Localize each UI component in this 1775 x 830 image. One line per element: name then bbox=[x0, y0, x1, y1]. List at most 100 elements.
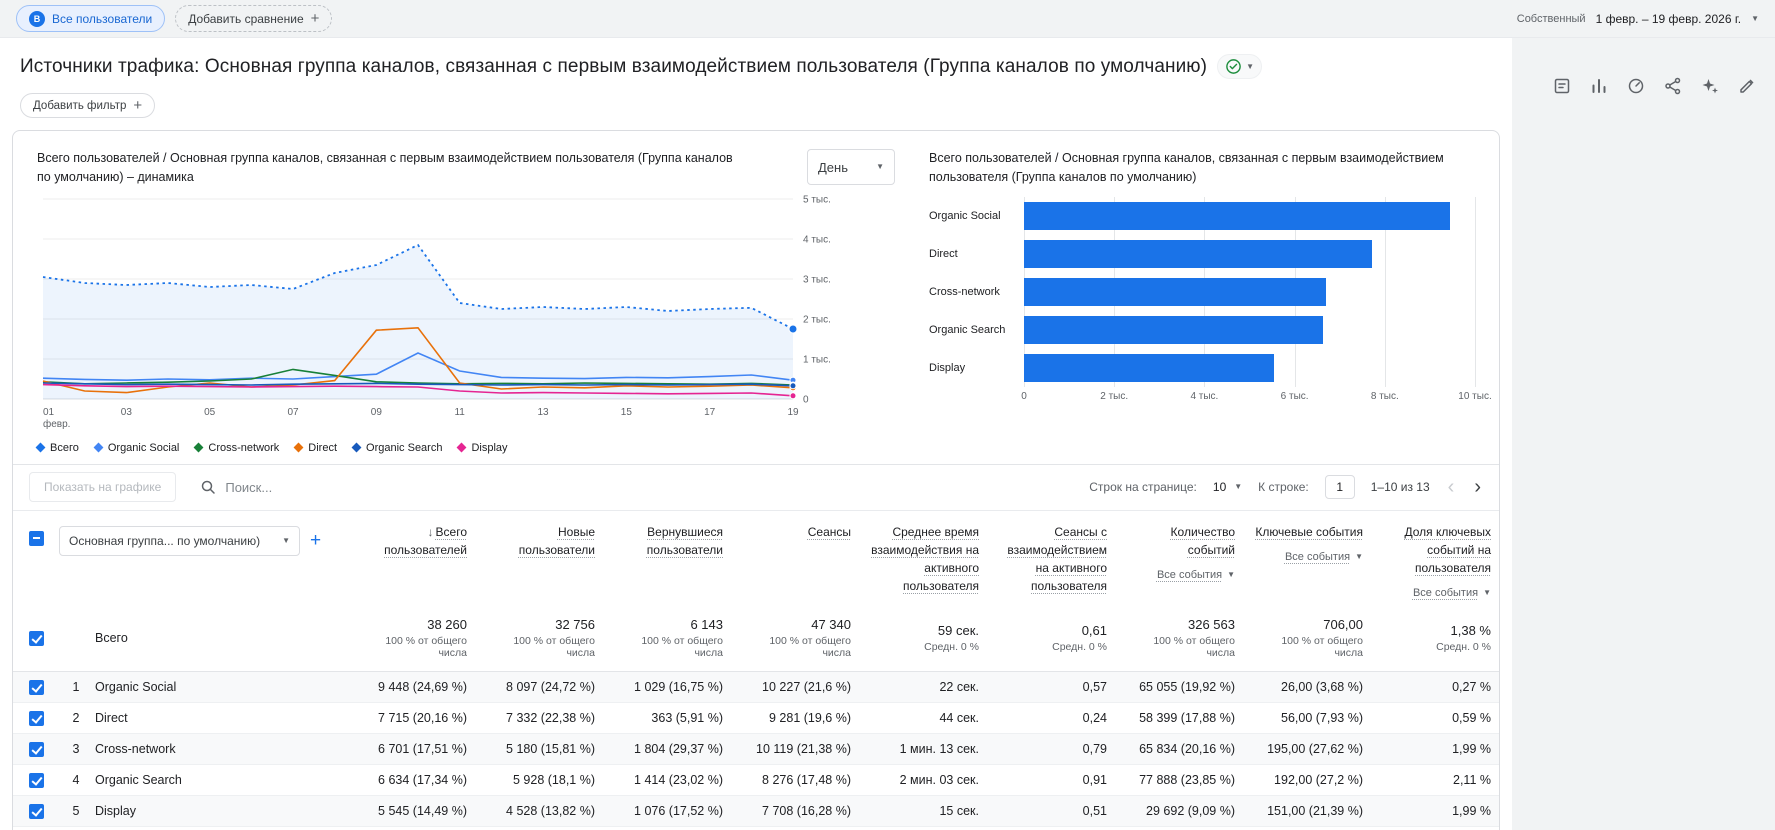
bar-chart-icon[interactable] bbox=[1589, 76, 1609, 96]
line-chart-canvas[interactable]: 0 1 тыс. 2 тыс. 3 тыс. 4 тыс. 5 тыс. 01февр. 03… bbox=[37, 187, 867, 433]
row-checkbox[interactable] bbox=[28, 679, 44, 695]
totals-cell: 1,38 % Средн. 0 % bbox=[1436, 623, 1491, 653]
speedometer-icon[interactable] bbox=[1626, 76, 1646, 96]
granularity-select[interactable]: День ▼ bbox=[807, 149, 895, 185]
svg-text:17: 17 bbox=[704, 407, 716, 418]
row-checkbox[interactable] bbox=[28, 630, 44, 646]
table-row[interactable]: 1 Organic Social 9 448 (24,69 %) 8 097 (24,… bbox=[13, 672, 1499, 703]
column-header-9[interactable]: Доля ключевых событий на пользователя Все… bbox=[1371, 523, 1499, 602]
events-filter-dropdown[interactable]: Все события ▼ bbox=[1251, 549, 1363, 566]
all-users-segment-chip[interactable]: В Все пользователи bbox=[16, 5, 166, 32]
svg-text:19: 19 bbox=[787, 407, 799, 418]
go-to-row-input[interactable]: 1 bbox=[1324, 475, 1355, 499]
column-header-2[interactable]: Новые пользователи bbox=[475, 523, 603, 559]
column-header-4[interactable]: Сеансы bbox=[731, 523, 859, 541]
row-checkbox[interactable] bbox=[28, 741, 44, 757]
events-filter-dropdown[interactable]: Все события ▼ bbox=[1379, 585, 1491, 602]
table-row[interactable]: 5 Display 5 545 (14,49 %) 4 528 (13,82 %) 1 … bbox=[13, 796, 1499, 827]
metric-cell: 8 276 (17,48 %) bbox=[762, 773, 851, 787]
column-header-6[interactable]: Сеансы с взаимодействием на активного по… bbox=[987, 523, 1115, 595]
channel-name: Organic Search bbox=[95, 773, 182, 787]
plot-rows-button[interactable]: Показать на графике bbox=[29, 472, 177, 502]
svg-text:07: 07 bbox=[287, 407, 299, 418]
row-checkbox[interactable] bbox=[28, 772, 44, 788]
table-row[interactable]: 4 Organic Search 6 634 (17,34 %) 5 928 (18,… bbox=[13, 765, 1499, 796]
chevron-down-icon: ▼ bbox=[1246, 61, 1254, 71]
check-circle-icon bbox=[1226, 59, 1241, 74]
bar[interactable] bbox=[1024, 315, 1324, 344]
add-dimension-button[interactable]: + bbox=[310, 530, 321, 552]
column-header-7[interactable]: Количество событий Все события ▼ bbox=[1115, 523, 1243, 584]
table-row[interactable]: 3 Cross-network 6 701 (17,51 %) 5 180 (15,8… bbox=[13, 734, 1499, 765]
totals-row: Всего 38 260 100 % от общего числа 32 756 10… bbox=[13, 611, 1499, 672]
metric-cell: 44 сек. bbox=[939, 711, 979, 725]
bar[interactable] bbox=[1024, 277, 1327, 306]
svg-text:5 тыс.: 5 тыс. bbox=[803, 194, 831, 205]
dimension-selector[interactable]: Основная группа... по умолчанию) ▼ bbox=[59, 525, 301, 556]
legend-item[interactable]: Direct bbox=[293, 442, 337, 454]
legend-label: Display bbox=[471, 441, 508, 454]
column-header-3[interactable]: Вернувшиеся пользователи bbox=[603, 523, 731, 559]
metric-cell: 1 076 (17,52 %) bbox=[634, 804, 723, 818]
events-filter-dropdown[interactable]: Все события ▼ bbox=[1123, 567, 1235, 584]
legend-label: Всего bbox=[50, 441, 79, 454]
svg-text:09: 09 bbox=[371, 407, 383, 418]
column-header-5[interactable]: Среднее время взаимодействия на активног… bbox=[859, 523, 987, 595]
metric-cell: 1 804 (29,37 %) bbox=[634, 742, 723, 756]
row-checkbox[interactable] bbox=[28, 803, 44, 819]
report-status-badge[interactable]: ▼ bbox=[1217, 54, 1262, 79]
date-range-selector[interactable]: Собственный 1 февр. – 19 февр. 2026 г. ▼ bbox=[1517, 12, 1759, 26]
metric-cell: 15 сек. bbox=[939, 804, 979, 818]
note-icon[interactable] bbox=[1552, 76, 1572, 96]
table-row[interactable]: 2 Direct 7 715 (20,16 %) 7 332 (22,38 %) 363… bbox=[13, 703, 1499, 734]
legend-item[interactable]: Display bbox=[457, 441, 508, 454]
totals-cell: 6 143 100 % от общего числа bbox=[641, 617, 723, 659]
trend-line-chart: Всего пользователей / Основная группа ка… bbox=[35, 149, 895, 460]
channel-name: Direct bbox=[95, 711, 128, 725]
prev-page-button[interactable]: ‹ bbox=[1446, 477, 1457, 497]
legend-item[interactable]: Organic Social bbox=[93, 442, 179, 454]
next-page-button[interactable]: › bbox=[1472, 477, 1483, 497]
bar-category-label: Display bbox=[929, 361, 966, 374]
legend-item[interactable]: Organic Search bbox=[351, 442, 442, 454]
row-checkbox[interactable] bbox=[28, 710, 44, 726]
report-card: Всего пользователей / Основная группа ка… bbox=[12, 130, 1500, 830]
page-title: Источники трафика: Основная группа канал… bbox=[20, 55, 1208, 77]
bar[interactable] bbox=[1024, 239, 1372, 268]
metric-cell: 7 332 (22,38 %) bbox=[506, 711, 595, 725]
column-header-1[interactable]: ↓ Всего пользователей bbox=[347, 523, 475, 559]
column-header-8[interactable]: Ключевые события Все события ▼ bbox=[1243, 523, 1371, 566]
metric-cell: 8 097 (24,72 %) bbox=[506, 680, 595, 694]
bar[interactable] bbox=[1024, 201, 1451, 230]
chevron-down-icon: ▼ bbox=[1234, 482, 1243, 491]
series-marker-icon bbox=[35, 442, 46, 453]
axis-tick-label: 6 тыс. bbox=[1280, 390, 1309, 402]
metric-cell: 26,00 (3,68 %) bbox=[1281, 680, 1363, 694]
bar-category-label: Organic Social bbox=[929, 209, 1001, 222]
rows-per-page-select[interactable]: 10 ▼ bbox=[1213, 480, 1242, 494]
channel-name: Organic Social bbox=[95, 680, 177, 694]
totals-cell: 47 340 100 % от общего числа bbox=[769, 617, 851, 659]
insights-icon[interactable] bbox=[1700, 76, 1720, 96]
table-search[interactable]: Поиск... bbox=[200, 479, 272, 495]
bar[interactable] bbox=[1024, 353, 1275, 382]
metric-cell: 0,24 bbox=[1082, 711, 1107, 725]
property-type-label: Собственный bbox=[1516, 12, 1586, 25]
metric-cell: 363 (5,91 %) bbox=[651, 711, 723, 725]
chevron-down-icon: ▼ bbox=[876, 162, 884, 171]
add-comparison-chip[interactable]: Добавить сравнение + bbox=[175, 5, 333, 32]
legend-label: Cross-network bbox=[208, 441, 280, 454]
legend-item[interactable]: Cross-network bbox=[193, 441, 280, 454]
legend-item[interactable]: Всего bbox=[35, 441, 79, 454]
svg-text:февр.: февр. bbox=[43, 418, 70, 430]
svg-text:03: 03 bbox=[121, 407, 133, 418]
select-all-checkbox[interactable] bbox=[28, 530, 44, 546]
edit-icon[interactable] bbox=[1737, 76, 1757, 96]
svg-text:1 тыс.: 1 тыс. bbox=[803, 354, 831, 365]
sort-desc-icon: ↓ bbox=[427, 524, 434, 539]
share-icon[interactable] bbox=[1663, 76, 1683, 96]
bar-plot-area[interactable] bbox=[1024, 196, 1476, 387]
add-filter-chip[interactable]: Добавить фильтр + bbox=[20, 93, 156, 118]
totals-cell: 38 260 100 % от общего числа bbox=[385, 617, 467, 659]
series-marker-icon bbox=[293, 442, 304, 453]
